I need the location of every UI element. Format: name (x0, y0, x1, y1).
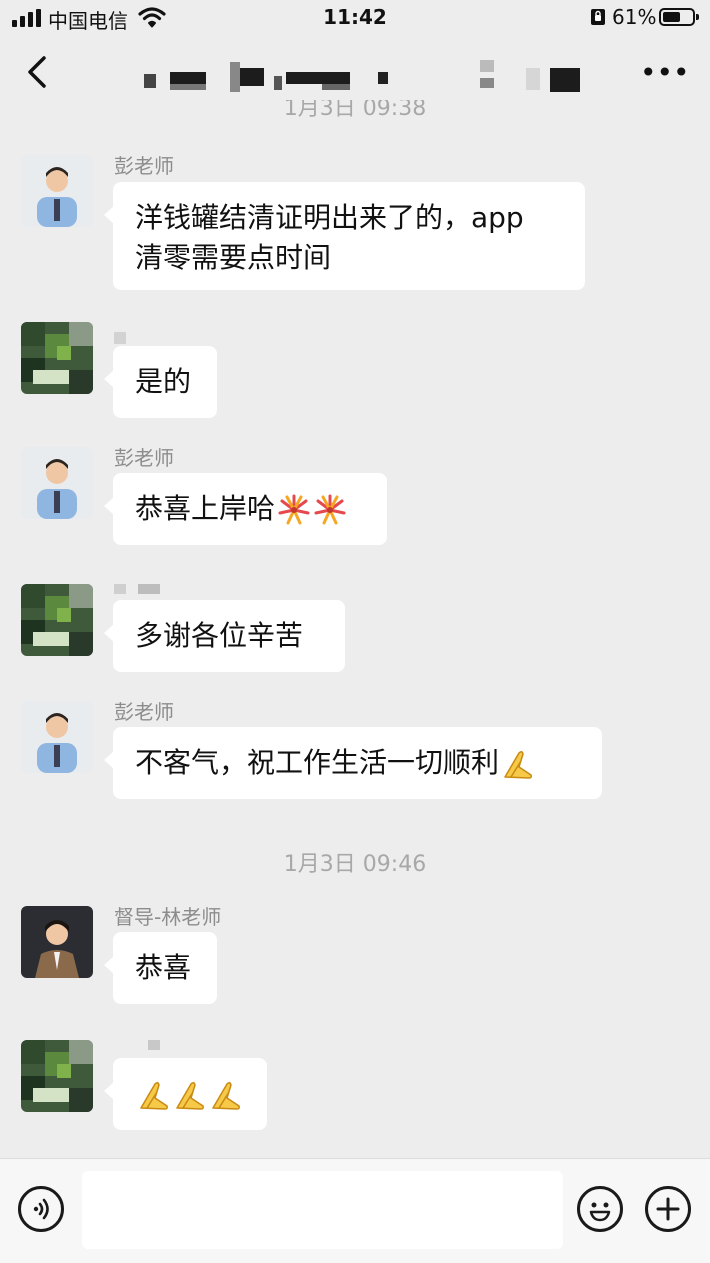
message-bubble[interactable]: 是的 (104, 346, 217, 418)
fireworks-icon (314, 494, 346, 525)
message-bubble[interactable]: 不客气，祝工作生活一切顺利 (104, 727, 602, 799)
rotation-lock-icon (591, 9, 605, 25)
status-bar: 中国电信 11:42 61% (0, 0, 710, 36)
avatar-self-obscured[interactable] (21, 1040, 93, 1112)
chat-title-obscured (140, 58, 590, 98)
timestamp: 1月3日 09:38 (283, 100, 427, 121)
pray-hands-icon (504, 750, 533, 779)
voice-icon[interactable] (18, 1186, 64, 1232)
message-list[interactable]: 1月3日 09:38 彭老师 洋钱罐结清证明出来了的，app 清零需要点时间 是… (0, 100, 710, 1158)
sender-name-obscured (114, 332, 126, 344)
battery-percent: 61% (612, 5, 657, 29)
avatar-self-obscured[interactable] (21, 322, 93, 394)
input-bar (0, 1158, 710, 1263)
plus-circle-icon[interactable] (645, 1186, 691, 1232)
message-input[interactable] (82, 1171, 563, 1249)
fireworks-icon (278, 494, 310, 525)
avatar-lin[interactable] (21, 906, 93, 978)
sender-name: 彭老师 (114, 446, 174, 470)
pray-hands-icon (176, 1081, 204, 1110)
battery-icon (659, 8, 699, 26)
sender-name: 彭老师 (114, 154, 174, 178)
timestamp: 1月3日 09:46 (283, 852, 427, 877)
chevron-left-icon[interactable] (22, 52, 52, 92)
avatar-peng[interactable] (21, 155, 93, 227)
message-text: 不客气，祝工作生活一切顺利 (135, 746, 500, 779)
sender-name-obscured (138, 584, 160, 594)
avatar-peng[interactable] (21, 447, 93, 519)
avatar-peng[interactable] (21, 701, 93, 773)
message-text: 恭喜上岸哈 (135, 492, 276, 525)
avatar-self-obscured[interactable] (21, 584, 93, 656)
message-bubble[interactable]: 恭喜上岸哈 (104, 473, 387, 545)
message-bubble[interactable]: 多谢各位辛苦 (104, 600, 345, 672)
smiley-icon[interactable] (577, 1186, 623, 1232)
sender-name: 督导-林老师 (114, 905, 222, 929)
pray-hands-icon (140, 1081, 168, 1110)
pray-hands-icon (212, 1081, 240, 1110)
sender-name-obscured (148, 1040, 160, 1050)
message-bubble[interactable]: 洋钱罐结清证明出来了的，app 清零需要点时间 (104, 182, 585, 290)
message-bubble[interactable] (104, 1058, 267, 1130)
sender-name-obscured (114, 584, 126, 594)
more-dots-icon[interactable]: ••• (640, 58, 690, 88)
message-bubble[interactable]: 恭喜 (104, 932, 217, 1004)
chat-header: ••• (0, 36, 710, 108)
sender-name: 彭老师 (114, 700, 174, 724)
